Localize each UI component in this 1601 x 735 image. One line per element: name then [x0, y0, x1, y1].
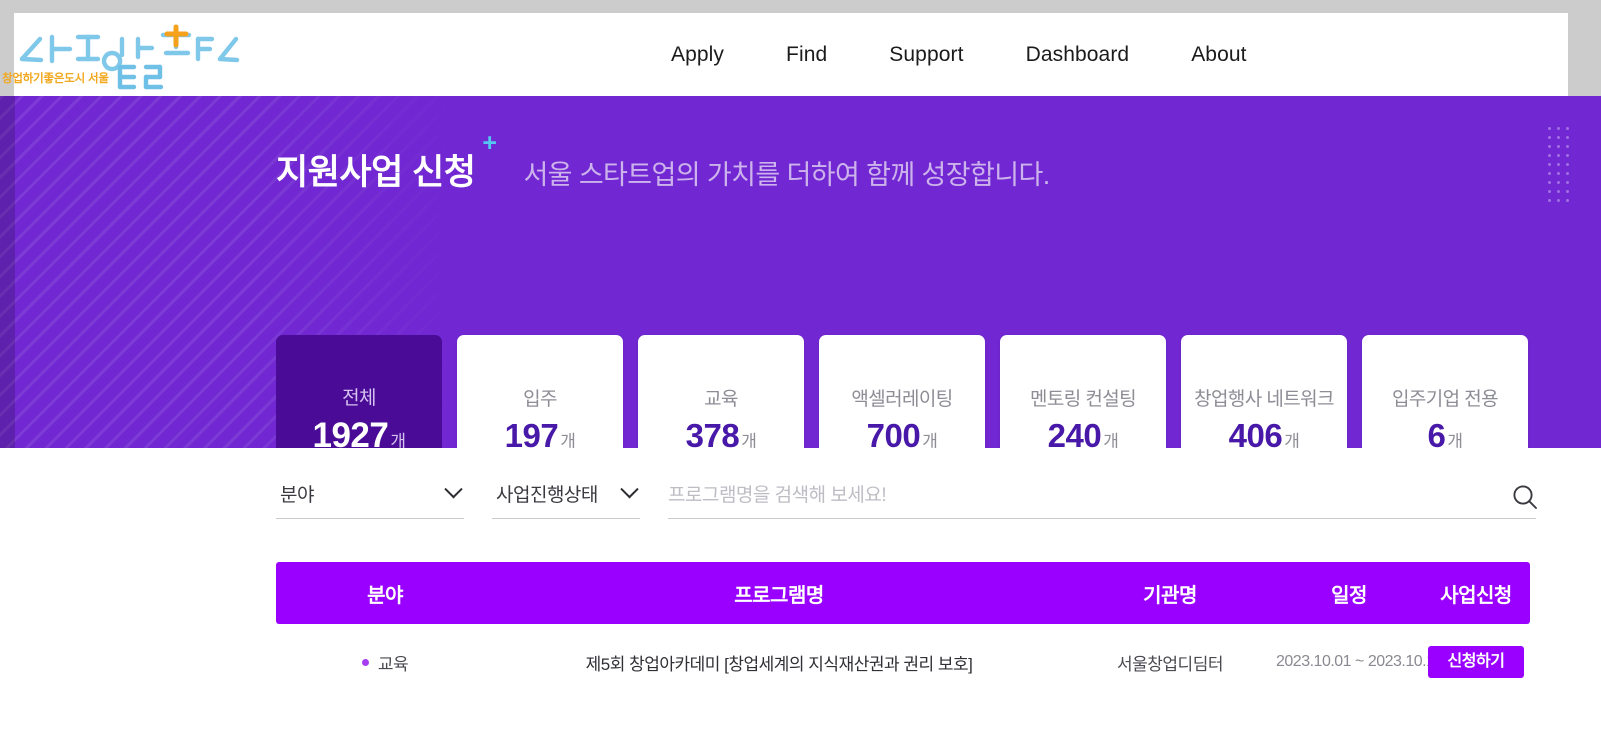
hero-plus-icon: +: [482, 129, 497, 157]
status-select-label: 사업진행상태: [496, 485, 598, 506]
hero-title: 지원사업 신청 +: [276, 131, 497, 195]
column-header-program: 프로그램명: [734, 584, 824, 607]
stat-card-mentoring[interactable]: 멘토링 컨설팅 240 개: [1000, 335, 1166, 448]
stat-card-label: 멘토링 컨설팅: [1030, 388, 1137, 410]
field-select-label: 분야: [280, 485, 314, 506]
stat-card-label: 액셀러레이팅: [851, 388, 953, 410]
site-header: 창업하기좋은도시 서울 Apply Find Support Dashboard…: [2, 13, 1568, 96]
stat-card-label: 전체: [342, 387, 376, 409]
hero-section: 지원사업 신청 + 서울 스타트업의 가치를 더하여 함께 성장합니다. 전체 …: [0, 96, 1601, 448]
column-header-date: 일정: [1331, 584, 1367, 607]
stat-card-number: 197: [504, 416, 559, 449]
stat-card-ipju[interactable]: 입주 197 개: [457, 335, 623, 448]
stat-card-value: 700 개: [867, 417, 938, 449]
table-header-row: 분야 프로그램명 기관명 일정 사업신청: [276, 562, 1530, 624]
nav-item-about[interactable]: About: [1160, 43, 1277, 67]
stat-card-unit: 개: [741, 431, 757, 449]
cell-org: 서울창업디딤터: [1117, 654, 1223, 674]
table-row[interactable]: 교육 제5회 창업아카데미 [창업세계의 지식재산권과 권리 보호] 서울창업디…: [276, 624, 1530, 700]
cell-field: 교육: [276, 650, 494, 675]
nav-item-support[interactable]: Support: [858, 43, 994, 67]
logo-tagline-text: 창업하기좋은도시 서울: [2, 71, 109, 85]
stat-card-number: 406: [1228, 416, 1283, 449]
column-header-field: 분야: [367, 584, 403, 607]
stat-card-list: 전체 1927 개 입주 197 개 교육 378 개 액셀러레이팅 700 개…: [276, 335, 1528, 448]
nav-item-find[interactable]: Find: [755, 43, 858, 67]
hero-left-edge-shade: [0, 96, 15, 448]
stat-card-unit: 개: [1447, 431, 1463, 449]
stat-card-value: 1927 개: [312, 415, 406, 449]
chevron-down-icon: [444, 480, 463, 499]
nav-item-apply[interactable]: Apply: [640, 43, 755, 67]
apply-button[interactable]: 신청하기: [1428, 646, 1524, 678]
browser-chrome-right: [1568, 13, 1601, 96]
nav-item-dashboard[interactable]: Dashboard: [995, 43, 1161, 67]
search-input[interactable]: [668, 485, 1488, 507]
hero-heading-row: 지원사업 신청 + 서울 스타트업의 가치를 더하여 함께 성장합니다.: [276, 131, 1050, 195]
stat-card-unit: 개: [1103, 431, 1119, 449]
stat-card-label: 창업행사 네트워크: [1194, 388, 1334, 410]
program-table: 분야 프로그램명 기관명 일정 사업신청 교육 제5회 창업아카데미 [창업세계…: [276, 562, 1530, 700]
browser-chrome-top: [0, 0, 1601, 13]
chevron-down-icon: [620, 480, 639, 499]
field-select[interactable]: 분야: [276, 480, 464, 519]
stat-card-number: 240: [1047, 416, 1102, 449]
stat-card-label: 입주기업 전용: [1392, 388, 1499, 410]
page-root: 창업하기좋은도시 서울 Apply Find Support Dashboard…: [0, 0, 1601, 735]
stat-card-number: 378: [685, 416, 740, 449]
content-section: 분야 사업진행상태 분야 프로그램명 기: [0, 448, 1601, 735]
stat-card-value: 406 개: [1229, 417, 1300, 449]
search-button[interactable]: [1510, 482, 1540, 512]
stat-card-label: 입주: [523, 388, 557, 410]
filter-bar: 분야 사업진행상태: [276, 480, 1537, 519]
search-box: [668, 485, 1537, 519]
cell-apply: 신청하기: [1422, 646, 1530, 678]
hero-dot-pattern: [1545, 124, 1571, 204]
bullet-dot-icon: [361, 658, 369, 666]
stat-card-accelerating[interactable]: 액셀러레이팅 700 개: [819, 335, 985, 448]
cell-field-text: 교육: [377, 654, 409, 674]
main-navigation: Apply Find Support Dashboard About: [640, 13, 1278, 96]
stat-card-number: 1927: [312, 415, 389, 449]
stat-card-unit: 개: [560, 431, 576, 449]
column-header-apply: 사업신청: [1440, 584, 1512, 607]
stat-card-label: 교육: [704, 388, 738, 410]
status-select[interactable]: 사업진행상태: [492, 480, 640, 519]
search-icon: [1513, 485, 1537, 509]
cell-schedule: 2023.10.01 ~ 2023.10.18: [1276, 653, 1443, 670]
stat-card-unit: 개: [390, 431, 406, 449]
stat-card-unit: 개: [1284, 431, 1300, 449]
cell-program[interactable]: 제5회 창업아카데미 [창업세계의 지식재산권과 권리 보호]: [494, 650, 1064, 675]
stat-card-number: 700: [866, 416, 921, 449]
stat-card-network[interactable]: 창업행사 네트워크 406 개: [1181, 335, 1347, 448]
stat-card-education[interactable]: 교육 378 개: [638, 335, 804, 448]
stat-card-number: 6: [1427, 416, 1446, 449]
stat-card-value: 378 개: [686, 417, 757, 449]
column-header-org: 기관명: [1143, 584, 1197, 607]
stat-card-value: 197 개: [505, 417, 576, 449]
stat-card-unit: 개: [922, 431, 938, 449]
hero-title-text: 지원사업 신청: [276, 153, 476, 192]
hero-subtitle: 서울 스타트업의 가치를 더하여 함께 성장합니다.: [523, 160, 1050, 190]
stat-card-total[interactable]: 전체 1927 개: [276, 335, 442, 448]
stat-card-value: 6 개: [1427, 416, 1464, 449]
stat-card-value: 240 개: [1048, 417, 1119, 449]
site-logo[interactable]: 창업하기좋은도시 서울: [0, 19, 246, 91]
stat-card-tenant-only[interactable]: 입주기업 전용 6 개: [1362, 335, 1528, 448]
